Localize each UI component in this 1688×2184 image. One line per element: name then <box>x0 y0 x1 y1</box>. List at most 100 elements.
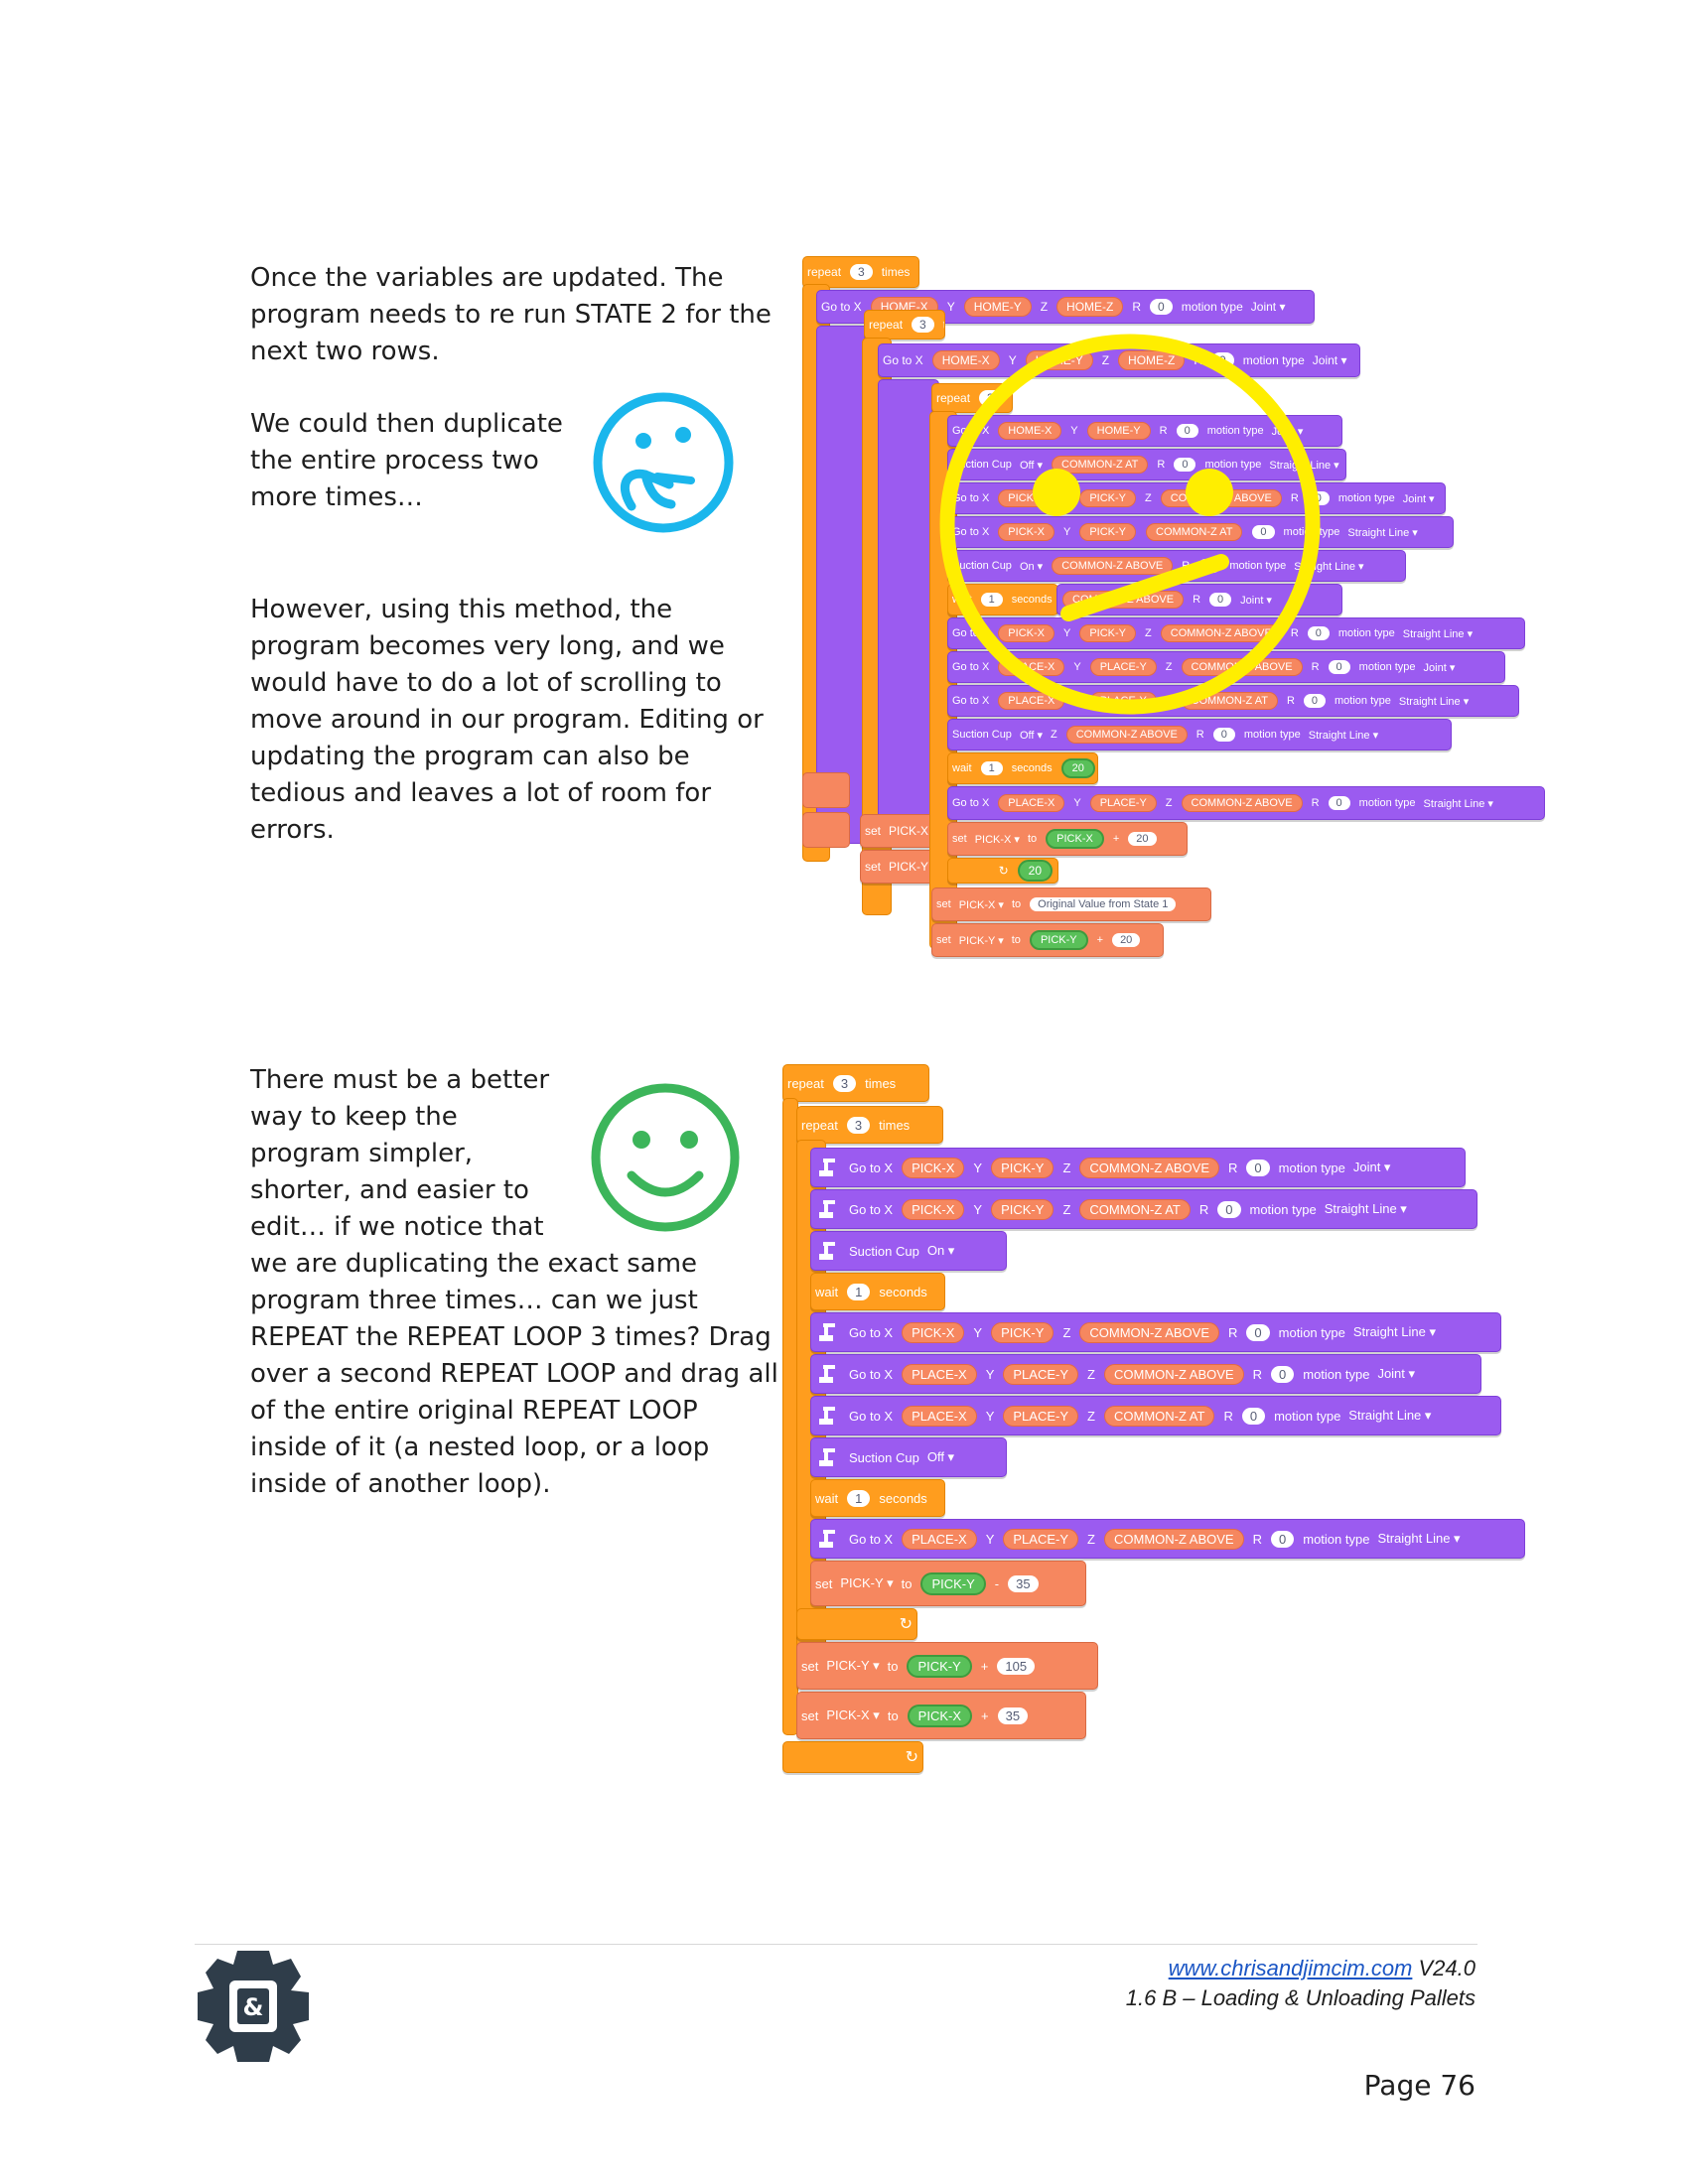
set-pickx-block[interactable]: set PICK-X ▾ to PICK-X + 20 <box>947 822 1188 856</box>
suction-off-block[interactable]: Suction Cup Off ▾ <box>810 1437 1007 1477</box>
r-label: R <box>1252 1531 1262 1547</box>
motion-label: motion type <box>1278 1324 1345 1340</box>
y-label: Y <box>1073 797 1081 809</box>
operator-sign: + <box>980 1658 989 1674</box>
var-pill: COMMON-Z ABOVE <box>1103 1363 1244 1385</box>
goto-pick-above-block-2[interactable]: Go to X PICK-X Y PICK-Y Z COMMON-Z ABOVE… <box>810 1312 1501 1352</box>
z-label: Z <box>1062 1160 1071 1175</box>
value-pill: 20 <box>1112 933 1141 947</box>
set-label: set <box>952 833 967 845</box>
to-label: to <box>887 1707 899 1723</box>
thinking-face-icon <box>593 392 734 533</box>
set-picky-block[interactable]: set PICK-Y ▾ to PICK-Y + 20 <box>931 923 1164 957</box>
set-pickx-plus-block[interactable]: set PICK-X ▾ to PICK-X + 35 <box>796 1692 1086 1739</box>
goto-pick-above-block[interactable]: Go to X PICK-X Y PICK-Y Z COMMON-Z ABOVE… <box>810 1148 1466 1187</box>
wait-label: wait <box>815 1490 839 1506</box>
r-label: R <box>1132 300 1142 314</box>
paragraph-state2: Once the variables are updated. The prog… <box>250 263 772 366</box>
robot-arm-icon <box>817 1157 839 1178</box>
footer-divider <box>195 1944 1477 1945</box>
motion-label: motion type <box>1243 729 1301 741</box>
goto-place-above-block-2[interactable]: Go to X PLACE-X Y PLACE-Y Z COMMON-Z ABO… <box>947 786 1545 820</box>
repeat-count: 3 <box>850 264 873 280</box>
var-pill: PLACE-Y <box>1003 1405 1079 1427</box>
repeat-count: 3 <box>832 1074 857 1092</box>
robot-arm-icon <box>817 1405 839 1427</box>
operator-pill: PICK-X <box>1046 829 1104 849</box>
times-label: times <box>865 1075 897 1091</box>
smiley-face-icon <box>591 1083 740 1232</box>
footer-url-line: www.chrisandjimcim.com V24.0 <box>1169 1956 1476 1981</box>
motion-label: motion type <box>1278 1160 1345 1175</box>
to-label: to <box>1011 898 1022 910</box>
motion-dropdown: Straight Line ▾ <box>1324 1201 1407 1216</box>
goto-place-above-block[interactable]: Go to X PLACE-X Y PLACE-Y Z COMMON-Z ABO… <box>810 1354 1481 1394</box>
var-pill: PLACE-Y <box>1089 794 1157 812</box>
var-pill: PLACE-X <box>902 1363 977 1385</box>
set-label: set <box>801 1707 819 1723</box>
r-label: R <box>1228 1160 1238 1175</box>
goto-label: Go to X <box>849 1201 894 1217</box>
r-value: 0 <box>1328 796 1350 810</box>
goto-place-at-block[interactable]: Go to X PLACE-X Y PLACE-Y Z COMMON-Z AT … <box>810 1396 1501 1435</box>
set-label: set <box>801 1658 819 1674</box>
paragraph-long-program: However, using this method, the program … <box>250 595 764 845</box>
to-label: to <box>1011 934 1021 946</box>
outer-repeat-block[interactable]: repeat 3 times <box>782 1064 929 1102</box>
times-label: times <box>879 1117 911 1133</box>
motion-dropdown: Joint ▾ <box>1423 661 1456 674</box>
wait-block[interactable]: wait 1 seconds <box>810 1273 945 1310</box>
outer-repeat-end-cap: ↻ <box>782 1741 923 1773</box>
skeptical-face-icon <box>939 334 1321 715</box>
value-pill: 20 <box>1060 758 1095 778</box>
motion-dropdown: Straight Line ▾ <box>1402 627 1474 640</box>
suction-on-block[interactable]: Suction Cup On ▾ <box>810 1231 1007 1271</box>
var-pill: COMMON-Z ABOVE <box>1079 1157 1220 1178</box>
to-label: to <box>887 1658 899 1674</box>
repeat-label: repeat <box>801 1117 838 1133</box>
var-pill: COMMON-Z ABOVE <box>1181 794 1303 812</box>
y-label: Y <box>985 1366 995 1382</box>
operator-pill: PICK-Y <box>907 1654 972 1678</box>
r-label: R <box>1228 1324 1238 1340</box>
var-pill: COMMON-Z ABOVE <box>1079 1321 1220 1343</box>
z-label: Z <box>1087 1366 1095 1382</box>
var-pill: PICK-Y <box>991 1198 1055 1220</box>
goto-place-above-block-2[interactable]: Go to X PLACE-X Y PLACE-Y Z COMMON-Z ABO… <box>810 1519 1525 1559</box>
value-pill: 20 <box>1128 832 1157 846</box>
suction-dropdown: Off ▾ <box>1019 729 1043 742</box>
wait-label: wait <box>952 762 972 774</box>
set-label: set <box>865 860 882 874</box>
wait-block-2[interactable]: wait 1 seconds <box>810 1479 945 1517</box>
value-pill: 20 <box>1017 860 1053 882</box>
var-pill: PICK-Y <box>991 1157 1055 1178</box>
motion-dropdown: Joint ▾ <box>1352 1160 1391 1174</box>
goto-pick-at-block[interactable]: Go to X PICK-X Y PICK-Y Z COMMON-Z AT R … <box>810 1189 1477 1229</box>
to-label: to <box>1027 833 1038 845</box>
repeat-end-cap: ↻ 20 <box>947 858 1058 884</box>
wait-block-2[interactable]: wait 1 seconds 20 <box>947 752 1098 784</box>
var-pill: COMMON-Z ABOVE <box>1065 726 1188 744</box>
set-picky-plus-block[interactable]: set PICK-Y ▾ to PICK-Y + 105 <box>796 1642 1098 1690</box>
var-pill: PICK-X <box>902 1321 965 1343</box>
set-pickx-original-block[interactable]: set PICK-X ▾ to Original Value from Stat… <box>931 887 1211 921</box>
r-value: 0 <box>1212 728 1235 742</box>
r-value: 0 <box>1328 660 1350 674</box>
set-label: set <box>815 1575 833 1591</box>
set-picky-minus-block[interactable]: set PICK-Y ▾ to PICK-Y - 35 <box>810 1561 1086 1606</box>
paragraph-duplicate: We could then duplicate the entire proce… <box>250 409 563 512</box>
stacked-duplicated-programs: repeat 3 times Go to X HOME-X Y HOME-Y Z… <box>802 256 1557 981</box>
website-link[interactable]: www.chrisandjimcim.com <box>1169 1956 1413 1980</box>
goto-label: Go to X <box>849 1531 894 1547</box>
r-value: 0 <box>1271 1365 1295 1383</box>
robot-arm-icon <box>817 1240 839 1262</box>
motion-dropdown: Straight Line ▾ <box>1352 1324 1436 1339</box>
paragraph-better-way: There must be a better way to keep the p… <box>250 1065 550 1242</box>
motion-dropdown: Joint ▾ <box>1377 1366 1416 1381</box>
r-label: R <box>1223 1408 1233 1424</box>
inner-repeat-block[interactable]: repeat 3 times <box>796 1106 943 1144</box>
variable-dropdown: PICK-X ▾ <box>958 898 1004 911</box>
suction-dropdown: Off ▾ <box>926 1449 955 1464</box>
suction-off-block[interactable]: Suction Cup Off ▾ Z COMMON-Z ABOVE R 0 m… <box>947 719 1452 751</box>
robot-arm-icon <box>817 1446 839 1468</box>
